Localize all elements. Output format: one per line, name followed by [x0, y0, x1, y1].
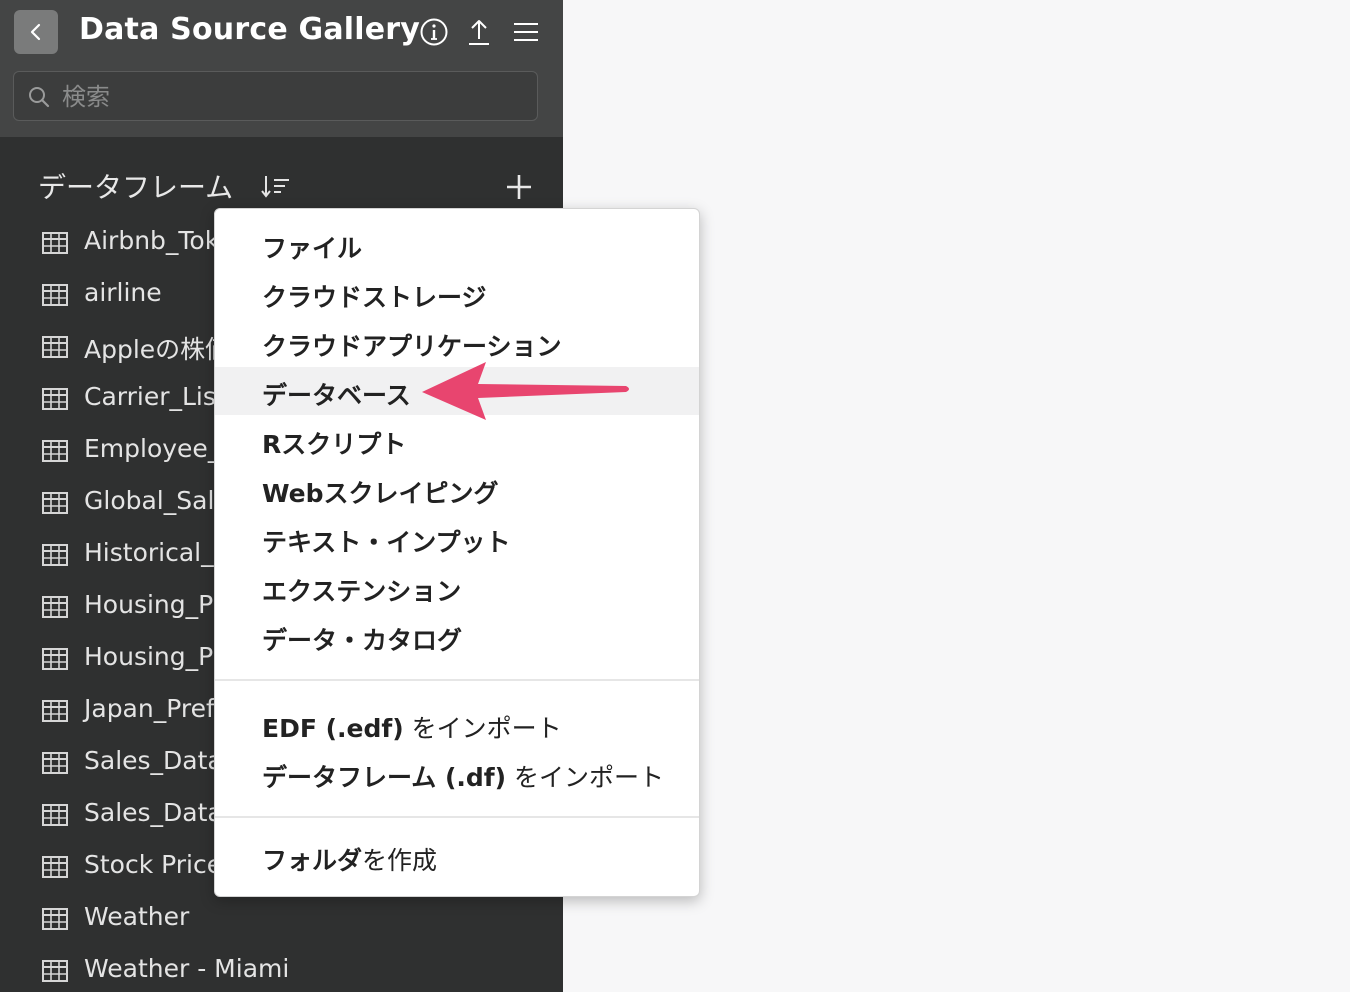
table-icon	[42, 856, 68, 878]
list-item-label: Sales_Data	[84, 798, 223, 827]
table-icon	[42, 908, 68, 930]
chevron-left-icon	[30, 23, 41, 41]
list-item-label: Housing_Pr	[84, 642, 224, 671]
hamburger-menu-button[interactable]	[510, 16, 542, 48]
list-item-label: Stock Price	[84, 850, 223, 879]
table-icon	[42, 804, 68, 826]
menu-item-extension[interactable]: エクステンション	[215, 563, 699, 611]
table-icon	[42, 960, 68, 982]
list-item-label: Global_Sale	[84, 486, 230, 515]
table-icon	[42, 492, 68, 514]
list-item-label: airline	[84, 278, 162, 307]
table-icon	[42, 648, 68, 670]
menu-item-label: ファイル	[262, 234, 363, 263]
hamburger-menu-icon	[514, 23, 538, 41]
list-item[interactable]: Weather - Miami	[0, 945, 563, 992]
info-icon	[420, 18, 448, 46]
dataframe-section-title: データフレーム	[38, 171, 234, 204]
page-title: Data Source Gallery	[79, 12, 421, 47]
menu-item-create-folder[interactable]: フォルダを作成	[215, 832, 699, 880]
list-item-label: Weather	[84, 902, 190, 931]
table-icon	[42, 440, 68, 462]
menu-divider	[215, 679, 699, 681]
sort-icon[interactable]	[260, 173, 292, 201]
menu-item-label: フォルダを作成	[262, 846, 438, 875]
add-data-source-menu: ファイル クラウドストレージ クラウドアプリケーション データベース Rスクリプ…	[214, 208, 700, 897]
table-icon	[42, 596, 68, 618]
menu-item-label: データ・カタログ	[262, 626, 463, 655]
back-button[interactable]	[14, 10, 58, 54]
upload-icon	[469, 20, 489, 45]
sidebar-header: Data Source Gallery	[0, 0, 563, 137]
table-icon	[42, 336, 68, 358]
list-item-label: Weather - Miami	[84, 954, 290, 983]
menu-item-label: テキスト・インプット	[262, 528, 511, 557]
list-item[interactable]: Weather	[0, 893, 563, 945]
list-item-label: Carrier_List	[84, 382, 226, 411]
list-item-label: Employee_	[84, 434, 221, 463]
table-icon	[42, 700, 68, 722]
menu-item-label: EDF (.edf) をインポート	[262, 714, 562, 743]
menu-item-import-df[interactable]: データフレーム (.df) をインポート	[215, 749, 699, 797]
menu-item-file[interactable]: ファイル	[215, 220, 699, 268]
menu-divider	[215, 816, 699, 818]
search-icon	[29, 87, 50, 108]
app-window: Data Source Gallery 検索 データフレーム Airbnb_To…	[0, 0, 1350, 992]
plus-icon[interactable]	[504, 172, 534, 202]
menu-item-import-edf[interactable]: EDF (.edf) をインポート	[215, 700, 699, 748]
menu-item-label: クラウドアプリケーション	[262, 332, 562, 361]
table-icon	[42, 232, 68, 254]
list-item-label: Appleの株価	[84, 335, 231, 364]
table-icon	[42, 284, 68, 306]
list-item-label: Sales_Data	[84, 746, 223, 775]
table-icon	[42, 752, 68, 774]
menu-item-label: Webスクレイピング	[262, 479, 499, 508]
list-item-label: Historical_S	[84, 538, 230, 567]
table-icon	[42, 388, 68, 410]
menu-item-r-script[interactable]: Rスクリプト	[215, 416, 699, 464]
menu-item-label: データベース	[262, 381, 411, 410]
menu-item-database[interactable]: データベース	[215, 367, 699, 415]
list-item-label: Housing_Pr	[84, 590, 224, 619]
menu-item-label: Rスクリプト	[262, 430, 407, 459]
list-item-label: Japan_Pref	[84, 694, 215, 723]
info-button[interactable]	[418, 16, 450, 48]
menu-item-web-scraping[interactable]: Webスクレイピング	[215, 465, 699, 513]
menu-item-label: クラウドストレージ	[262, 283, 487, 312]
search-input[interactable]	[60, 78, 524, 116]
table-icon	[42, 544, 68, 566]
menu-item-label: データフレーム (.df) をインポート	[262, 763, 665, 792]
menu-item-cloud-application[interactable]: クラウドアプリケーション	[215, 318, 699, 366]
menu-item-cloud-storage[interactable]: クラウドストレージ	[215, 269, 699, 317]
menu-item-data-catalog[interactable]: データ・カタログ	[215, 612, 699, 660]
upload-button[interactable]	[463, 16, 495, 48]
menu-item-text-input[interactable]: テキスト・インプット	[215, 514, 699, 562]
list-item-label: Airbnb_Tok	[84, 226, 220, 255]
search-box[interactable]	[13, 71, 538, 121]
menu-item-label: エクステンション	[262, 577, 462, 606]
